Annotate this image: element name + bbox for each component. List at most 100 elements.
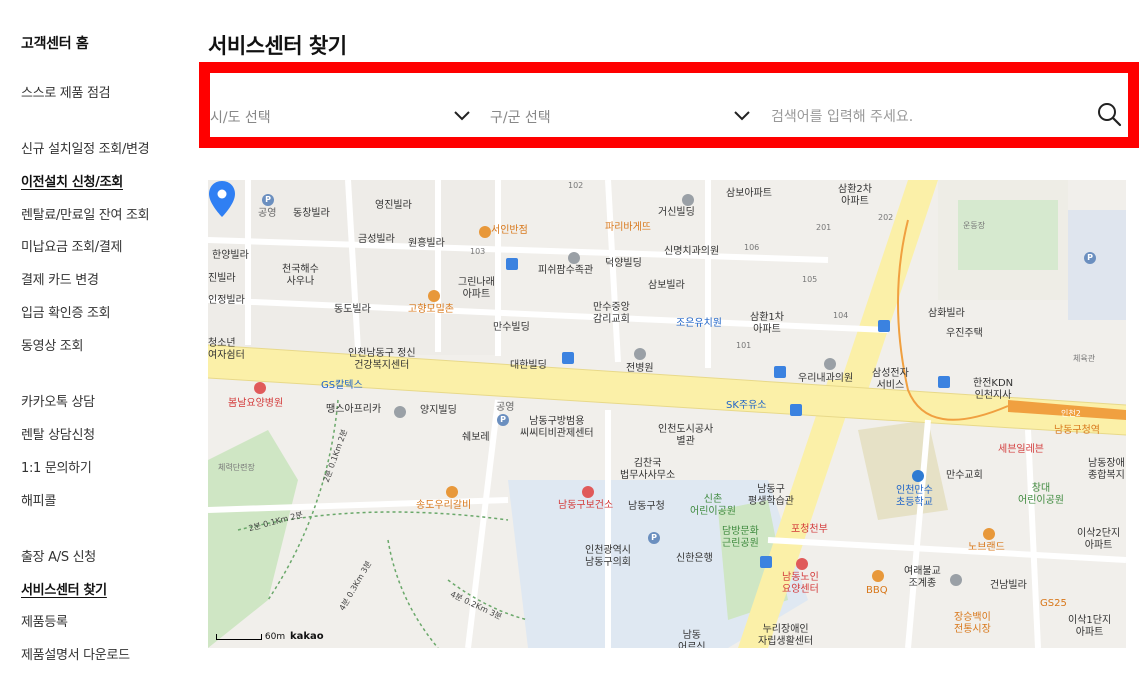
map-label: 이삭2단지 아파트 (1077, 528, 1121, 551)
map-label: 인천남동구 정신 건강복지센터 (348, 348, 416, 371)
sidebar-item-manual-download[interactable]: 제품설명서 다운로드 (21, 644, 130, 663)
bus-stop-icon (760, 556, 772, 568)
map-label: BBQ (866, 585, 888, 596)
hospital-icon (254, 382, 266, 394)
map-label: 피쉬팜수족관 (538, 265, 594, 276)
restaurant-icon (446, 486, 458, 498)
page-title: 서비스센터 찾기 (208, 34, 347, 58)
sidebar-item-rental-fee[interactable]: 렌탈료/만료일 잔여 조회 (21, 204, 150, 223)
map-label: 체육관 (1073, 354, 1096, 363)
map-label: 삼환1차 아파트 (750, 312, 784, 335)
map-label: 인천만수 초등학교 (896, 485, 933, 508)
sidebar-item-inquiry[interactable]: 1:1 문의하기 (21, 457, 92, 476)
map-label: 104 (833, 311, 849, 320)
map-label: 담방문화 근린공원 (722, 526, 759, 549)
sidebar-item-kakaotalk[interactable]: 카카오톡 상담 (21, 391, 95, 410)
poi-icon (634, 348, 646, 360)
bus-stop-icon (774, 366, 786, 378)
parking-icon: P (497, 414, 509, 426)
map-label: 이삭1단지 아파트 (1068, 615, 1112, 638)
map-label: 남동구보건소 (558, 500, 614, 511)
map-label: 운동장 (963, 221, 986, 230)
map-label: 인천2 (1061, 409, 1081, 418)
map-label: 파리바게뜨 (605, 222, 651, 233)
bus-stop-icon (938, 376, 950, 388)
sidebar-item-as-request[interactable]: 출장 A/S 신청 (21, 546, 96, 565)
map-label: 신명치과의원 (664, 246, 720, 257)
map-label: 102 (568, 181, 584, 190)
sidebar-item-service-center[interactable]: 서비스센터 찾기 (21, 579, 107, 598)
location-pin-icon[interactable] (208, 180, 236, 218)
map-label: 공영 (258, 208, 277, 219)
map-label: 여래불교 조계종 (904, 566, 941, 589)
map-label: 천국해수 사우나 (282, 264, 319, 287)
map-label: 인천도시공사 별관 (658, 424, 714, 447)
sidebar-item-self-check[interactable]: 스스로 제품 점검 (21, 82, 111, 101)
sidebar-item-product-register[interactable]: 제품등록 (21, 611, 68, 630)
map-label: 삼보아파트 (726, 188, 772, 199)
parking-icon: P (262, 194, 274, 206)
map-label: 인정빌라 (208, 295, 245, 306)
map-label: 체력단련장 (218, 463, 255, 472)
map-label: 신촌 어린이공원 (690, 494, 736, 517)
bus-stop-icon (790, 404, 802, 416)
map[interactable]: 공영 동창빌라 영진빌라 금성빌라 원흥빌라 한양빌라 천국해수 사우나 진빌라… (208, 180, 1126, 648)
search-icon[interactable] (1096, 101, 1122, 127)
map-label: 남동노인 요양센터 (782, 572, 819, 595)
search-panel: 시/도 선택 구/군 선택 (199, 62, 1139, 148)
sidebar-item-install-schedule[interactable]: 신규 설치일정 조회/변경 (21, 138, 150, 157)
map-label: 덕양빌딩 (605, 258, 642, 269)
hospital-icon (796, 558, 808, 570)
chevron-down-icon (734, 111, 750, 121)
map-label: 남동 어르신 (678, 630, 706, 648)
sidebar-item-card-change[interactable]: 결제 카드 변경 (21, 269, 99, 288)
bus-stop-icon (562, 352, 574, 364)
sidebar-item-relocation[interactable]: 이전설치 신청/조회 (21, 171, 123, 190)
map-label: 영진빌라 (375, 200, 412, 211)
scale-bar (216, 633, 262, 640)
map-label: 서인반점 (491, 225, 528, 236)
restaurant-icon (983, 528, 995, 540)
map-label: 신한은행 (676, 553, 713, 564)
map-label: 한전KDN 인천지사 (973, 378, 1014, 401)
search-input[interactable] (771, 103, 1071, 131)
map-label: 그린나래 아파트 (458, 277, 495, 300)
map-label: 창대 어린이공원 (1018, 483, 1064, 506)
map-label: 남동구청 (628, 501, 665, 512)
map-label: 동도빌라 (334, 304, 371, 315)
map-label: 세븐일레븐 (998, 444, 1044, 455)
map-label: 남동구청역 (1054, 425, 1100, 436)
map-label: 땡스아프리카 (326, 404, 382, 415)
map-label: 삼화빌라 (928, 308, 965, 319)
map-label: 조은유치원 (676, 318, 722, 329)
sidebar-item-home[interactable]: 고객센터 홈 (21, 33, 89, 53)
map-label: 누리장애인 자립생활센터 (758, 624, 814, 647)
map-label: 금성빌라 (358, 234, 395, 245)
map-label: 106 (744, 243, 760, 252)
sidebar-item-video[interactable]: 동영상 조회 (21, 335, 83, 354)
map-label: 쉐보레 (462, 432, 490, 443)
city-select[interactable]: 시/도 선택 (210, 107, 472, 131)
poi-icon (394, 406, 406, 418)
sidebar-item-happycall[interactable]: 해피콜 (21, 490, 56, 509)
district-select[interactable]: 구/군 선택 (490, 107, 752, 131)
map-label: 동창빌라 (293, 208, 330, 219)
map-label: 남동구방범용 씨씨티비관제센터 (520, 416, 594, 439)
poi-icon (950, 574, 962, 586)
map-label: 진빌라 (208, 273, 236, 284)
map-label: 양지빌딩 (420, 405, 457, 416)
chevron-down-icon (454, 111, 470, 121)
map-label: 거신빌딩 (658, 207, 695, 218)
poi-icon (682, 194, 694, 206)
sidebar-item-deposit-receipt[interactable]: 입금 확인증 조회 (21, 302, 111, 321)
map-label: 포청천부 (791, 524, 828, 535)
bus-stop-icon (878, 320, 890, 332)
sidebar-item-unpaid[interactable]: 미납요금 조회/결제 (21, 236, 123, 255)
map-label: 우리내과의원 (798, 373, 854, 384)
map-label: 장승백이 전통시장 (954, 612, 991, 635)
map-label: 남동장애 종합복지 (1088, 458, 1125, 481)
map-label: 한양빌라 (212, 250, 249, 261)
hospital-icon (582, 486, 594, 498)
sidebar-item-rental-consult[interactable]: 렌탈 상담신청 (21, 424, 95, 443)
parking-icon: P (648, 532, 660, 544)
